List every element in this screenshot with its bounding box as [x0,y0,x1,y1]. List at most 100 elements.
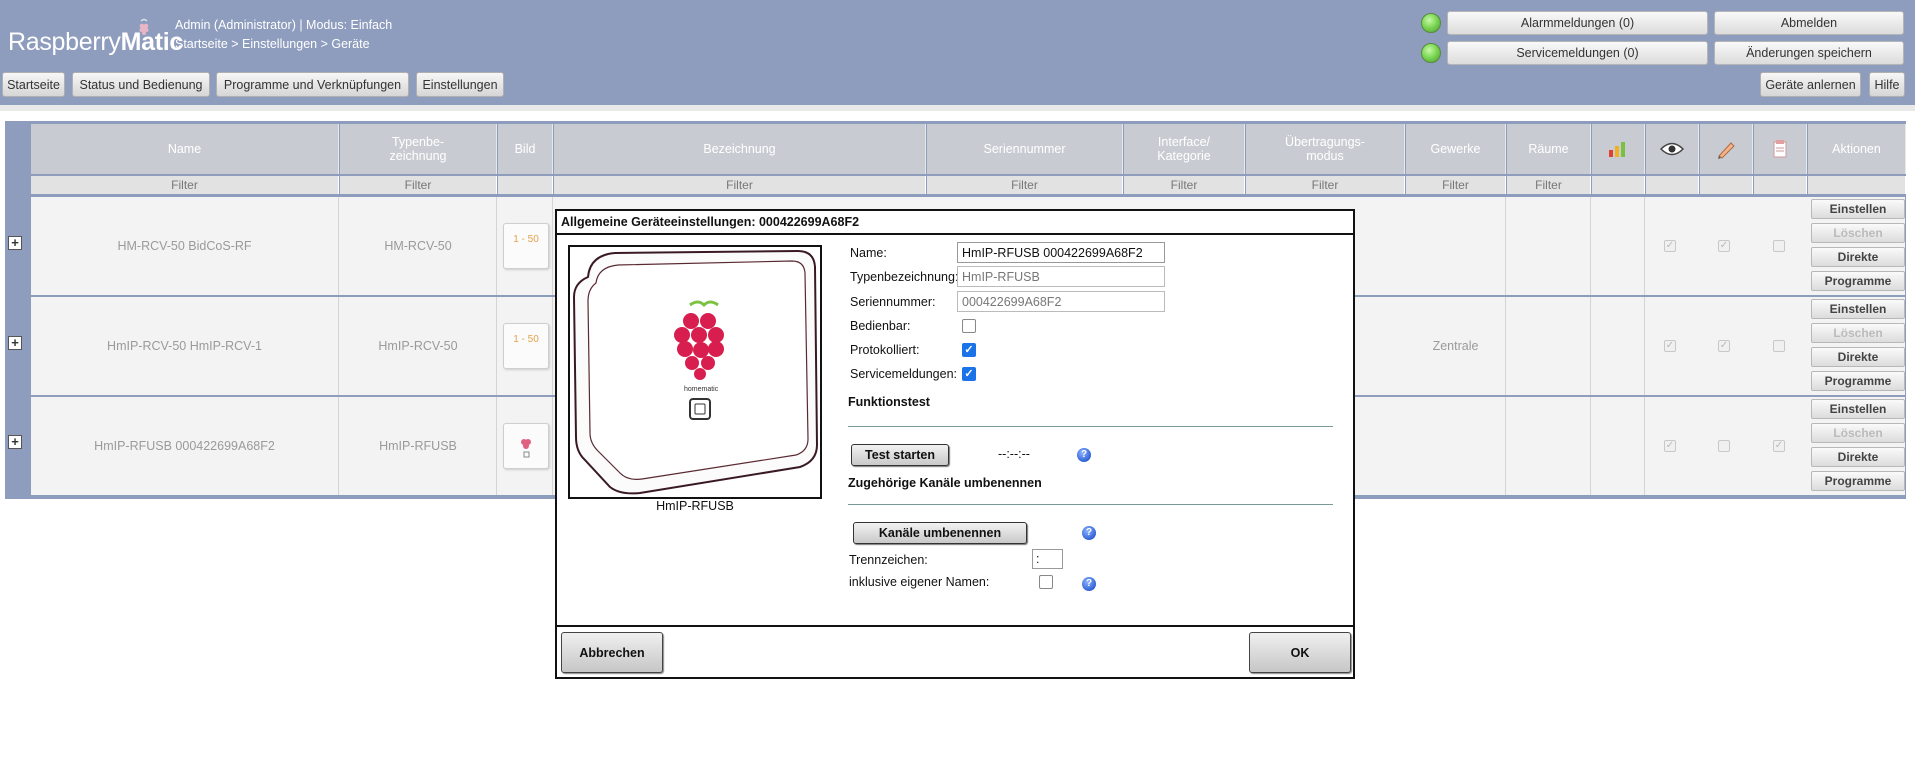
filter-type[interactable]: Filter [340,176,497,194]
test-start-button[interactable]: Test starten [851,444,949,466]
rename-channels-button[interactable]: Kanäle umbenennen [853,522,1027,544]
service-checkbox[interactable] [1773,340,1785,352]
device-settings-dialog: Allgemeine Geräteeinstellungen: 00042269… [555,209,1355,679]
filter-empty [1592,176,1645,194]
logged-checkbox[interactable] [1718,440,1730,452]
filter-name[interactable]: Filter [31,176,339,194]
type-label: Typenbezeichnung: [850,270,959,284]
visible-checkbox[interactable]: ✓ [1664,340,1676,352]
filter-interface[interactable]: Filter [1124,176,1245,194]
device-thumbnail: 1 - 50 [503,323,549,369]
service-messages-checkbox[interactable]: ✓ [962,367,976,381]
col-logged [1700,124,1753,174]
filter-trades[interactable]: Filter [1406,176,1506,194]
nav-einstellungen[interactable]: Einstellungen [416,72,504,97]
raspberry-icon [521,439,531,458]
visible-checkbox[interactable]: ✓ [1664,240,1676,252]
device-image: homematic [568,245,822,499]
dialog-title: Allgemeine Geräteeinstellungen: 00042269… [561,215,860,229]
col-transfer-mode[interactable]: Übertragungs- modus [1246,124,1405,174]
function-test-title: Funktionstest [848,395,930,409]
device-rooms [1507,197,1591,295]
nav-status-und-bedienung[interactable]: Status und Bedienung [72,72,210,97]
logged-checkbox[interactable]: ✓ [962,343,976,357]
expand-row-toggle[interactable]: + [8,435,22,449]
filter-description[interactable]: Filter [554,176,926,194]
settings-button[interactable]: Einstellen [1811,399,1905,419]
service-messages-button[interactable]: Servicemeldungen (0) [1447,41,1708,65]
delete-button[interactable]: Löschen [1811,323,1905,343]
delete-button[interactable]: Löschen [1811,223,1905,243]
programs-button[interactable]: Programme [1811,371,1905,391]
notepad-icon [1773,140,1787,158]
col-actions: Aktionen [1808,124,1906,174]
user-info: Admin (Administrator) | Modus: Einfach [175,18,393,32]
logged-checkbox[interactable]: ✓ [1718,340,1730,352]
header-bar: RaspberryMatic Admin (Administrator) | M… [0,0,1915,105]
service-checkbox[interactable]: ✓ [1773,440,1785,452]
filter-rooms[interactable]: Filter [1507,176,1591,194]
col-service [1754,124,1807,174]
test-time-display: --:--:-- [998,447,1030,461]
delete-button[interactable]: Löschen [1811,423,1905,443]
device-brand-label: homematic [684,386,719,393]
save-changes-button[interactable]: Änderungen speichern [1714,41,1904,65]
operable-checkbox[interactable] [962,319,976,333]
signal-strength-icon [1609,142,1625,157]
col-interface[interactable]: Interface/ Kategorie [1124,124,1245,174]
col-description[interactable]: Bezeichnung [554,124,926,174]
raspberrymatic-logo: RaspberryMatic [8,28,183,57]
expand-row-toggle[interactable]: + [8,236,22,250]
settings-button[interactable]: Einstellen [1811,299,1905,319]
device-type: HmIP-RCV-50 [340,297,497,395]
own-names-checkbox[interactable] [1039,575,1053,589]
col-serial[interactable]: Seriennummer [927,124,1123,174]
header-separator [0,105,1915,111]
device-name: HmIP-RFUSB 000422699A68F2 [31,397,339,495]
name-input[interactable] [957,242,1165,263]
thumbnail-label: 1 - 50 [513,334,539,345]
thumbnail-label: 1 - 50 [513,234,539,245]
eye-icon [1660,142,1684,156]
help-icon[interactable]: ? [1082,577,1096,591]
nav-programme-und-verknuepfungen[interactable]: Programme und Verknüpfungen [216,72,409,97]
device-rooms [1507,397,1591,495]
col-name[interactable]: Name [31,124,339,174]
help-icon[interactable]: ? [1082,526,1096,540]
col-type[interactable]: Typenbe- zeichnung [340,124,497,174]
signal-cell [1592,297,1645,395]
nav-startseite[interactable]: Startseite [2,72,65,97]
visible-checkbox[interactable]: ✓ [1664,440,1676,452]
direct-links-button[interactable]: Direkte [1811,247,1905,267]
filter-empty [1754,176,1807,194]
own-names-label: inklusive eigener Namen: [849,575,990,589]
cancel-button[interactable]: Abbrechen [561,632,663,673]
col-signal [1592,124,1645,174]
device-trades: Zentrale [1406,297,1506,395]
programs-button[interactable]: Programme [1811,471,1905,491]
settings-button[interactable]: Einstellen [1811,199,1905,219]
help-button[interactable]: Hilfe [1869,72,1905,97]
expand-row-toggle[interactable]: + [8,336,22,350]
ok-button[interactable]: OK [1249,632,1351,673]
logged-checkbox[interactable]: ✓ [1718,240,1730,252]
col-rooms[interactable]: Räume [1507,124,1591,174]
alarm-messages-button[interactable]: Alarmmeldungen (0) [1447,11,1708,35]
help-icon[interactable]: ? [1077,448,1091,462]
programs-button[interactable]: Programme [1811,271,1905,291]
filter-transfer-mode[interactable]: Filter [1246,176,1405,194]
dialog-footer-divider [557,625,1353,627]
col-trades[interactable]: Gewerke [1406,124,1506,174]
logout-button[interactable]: Abmelden [1714,11,1904,35]
separator-input[interactable] [1032,549,1063,569]
service-checkbox[interactable] [1773,240,1785,252]
serial-label: Seriennummer: [850,295,936,309]
breadcrumb: Startseite > Einstellungen > Geräte [175,37,370,51]
name-label: Name: [850,246,887,260]
device-thumbnail [503,423,549,469]
teach-devices-button[interactable]: Geräte anlernen [1760,72,1861,97]
filter-serial[interactable]: Filter [927,176,1123,194]
direct-links-button[interactable]: Direkte [1811,447,1905,467]
logo-text-matic: Matic [120,28,184,56]
direct-links-button[interactable]: Direkte [1811,347,1905,367]
